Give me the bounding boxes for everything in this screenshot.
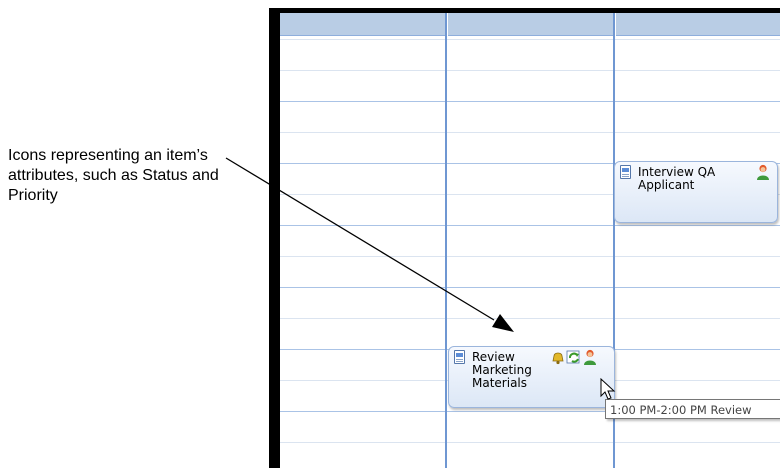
mouse-cursor-icon — [600, 378, 616, 400]
appointment-tooltip: 1:00 PM-2:00 PM Review — [605, 399, 780, 419]
callout-arrow — [225, 157, 514, 332]
